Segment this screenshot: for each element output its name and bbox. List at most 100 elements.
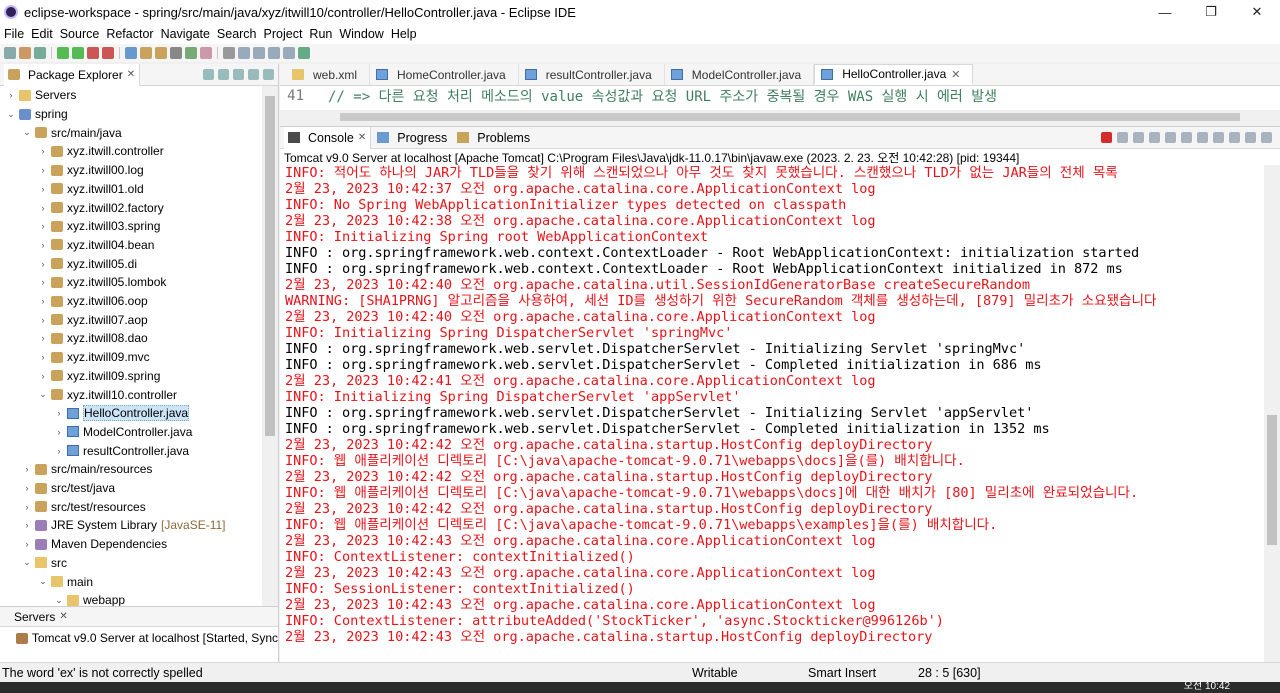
chevron-right-icon[interactable]: › xyxy=(22,464,32,474)
search-icon[interactable] xyxy=(125,47,137,59)
tree-item[interactable]: › xyz.itwill06.oop xyxy=(0,292,148,311)
tree-item[interactable]: › xyz.itwill03.spring xyxy=(0,217,161,236)
status-insert-mode[interactable]: Smart Insert xyxy=(808,666,876,680)
tree-item[interactable]: › xyz.itwill04.bean xyxy=(0,236,155,255)
editor-tab[interactable]: HelloController.java ✕ xyxy=(814,64,974,85)
forward-icon[interactable] xyxy=(238,47,250,59)
tree-item[interactable]: › xyz.itwill01.old xyxy=(0,180,144,199)
chevron-right-icon[interactable]: › xyxy=(38,184,48,194)
chevron-right-icon[interactable]: › xyxy=(38,203,48,213)
editor-tab[interactable]: resultController.java xyxy=(519,64,665,85)
chevron-right-icon[interactable]: › xyxy=(54,446,64,456)
chevron-right-icon[interactable]: › xyxy=(38,240,48,250)
console-scrollbar[interactable] xyxy=(1264,165,1280,663)
console-output[interactable]: INFO: 적어도 하나의 JAR가 TLD들을 찾기 위해 스캔되었으나 아무… xyxy=(280,165,1280,647)
menu-run[interactable]: Run xyxy=(307,27,337,41)
tree-item[interactable]: › xyz.itwill08.dao xyxy=(0,329,148,348)
tree-item[interactable]: › src/test/java xyxy=(0,479,116,498)
close-icon[interactable]: ✕ xyxy=(358,132,366,143)
code-line[interactable]: 41 // => 다른 요청 처리 메소드의 value 속성값과 요청 URL… xyxy=(280,86,1280,106)
chevron-right-icon[interactable]: › xyxy=(38,259,48,269)
chevron-right-icon[interactable]: › xyxy=(38,333,48,343)
tree-item[interactable]: › xyz.itwill09.spring xyxy=(0,367,161,386)
annotation-icon[interactable] xyxy=(170,47,182,59)
tree-item[interactable]: ⌄ spring xyxy=(0,105,67,124)
open-perspective-icon[interactable] xyxy=(298,47,310,59)
close-window-button[interactable]: ✕ xyxy=(1234,0,1280,24)
toggle-mark-icon[interactable] xyxy=(283,47,295,59)
pin-console-icon[interactable] xyxy=(1197,132,1208,143)
chevron-right-icon[interactable]: › xyxy=(54,408,64,418)
menu-edit[interactable]: Edit xyxy=(29,27,58,41)
tree-item[interactable]: › HelloController.java xyxy=(0,404,190,423)
maximize-view-icon[interactable] xyxy=(263,69,274,80)
tree-item[interactable]: › ModelController.java xyxy=(0,423,193,442)
code-comment[interactable]: // => 다른 요청 처리 메소드의 value 속성값과 요청 URL 주소… xyxy=(310,86,997,106)
chevron-right-icon[interactable]: › xyxy=(38,165,48,175)
tree-item[interactable]: ⌄ src xyxy=(0,554,67,573)
chevron-down-icon[interactable]: ⌄ xyxy=(38,576,48,587)
close-icon[interactable]: ✕ xyxy=(59,611,67,622)
open-console-icon[interactable] xyxy=(1229,132,1240,143)
last-edit-icon[interactable] xyxy=(253,47,265,59)
open-type-icon[interactable] xyxy=(140,47,152,59)
menu-help[interactable]: Help xyxy=(389,27,422,41)
tree-item[interactable]: › xyz.itwill09.mvc xyxy=(0,348,150,367)
minimize-button[interactable]: — xyxy=(1142,0,1188,24)
print-icon[interactable] xyxy=(34,47,46,59)
terminate-icon[interactable] xyxy=(1101,132,1112,143)
menu-navigate[interactable]: Navigate xyxy=(159,27,215,41)
chevron-right-icon[interactable]: › xyxy=(38,221,48,231)
tree-item[interactable]: › xyz.itwill.controller xyxy=(0,142,164,161)
new-icon[interactable] xyxy=(4,47,16,59)
debug-icon[interactable] xyxy=(57,47,69,59)
chevron-right-icon[interactable]: › xyxy=(22,502,32,512)
menu-window[interactable]: Window xyxy=(337,27,388,41)
tree-item[interactable]: ⌄ xyz.itwill10.controller xyxy=(0,385,177,404)
chevron-right-icon[interactable]: › xyxy=(38,146,48,156)
scroll-lock-icon[interactable] xyxy=(1149,132,1160,143)
tree-item[interactable]: › resultController.java xyxy=(0,441,190,460)
display-console-icon[interactable] xyxy=(1213,132,1224,143)
tree-item[interactable]: ⌄ src/main/java xyxy=(0,123,121,142)
back-icon[interactable] xyxy=(223,47,235,59)
view-menu-icon[interactable] xyxy=(233,69,244,80)
chevron-right-icon[interactable]: › xyxy=(38,277,48,287)
word-wrap-icon[interactable] xyxy=(1165,132,1176,143)
show-on-output-icon[interactable] xyxy=(1181,132,1192,143)
stop-icon[interactable] xyxy=(87,47,99,59)
tree-item[interactable]: › JRE System Library [JavaSE-11] xyxy=(0,516,226,535)
chevron-right-icon[interactable]: › xyxy=(22,520,32,530)
tree-item[interactable]: › src/main/resources xyxy=(0,460,153,479)
close-icon[interactable]: ✕ xyxy=(127,69,135,80)
terminate-icon[interactable] xyxy=(102,47,114,59)
editor-hscrollbar[interactable] xyxy=(280,110,1280,124)
tree-item[interactable]: › xyz.itwill05.lombok xyxy=(0,273,167,292)
chevron-right-icon[interactable]: › xyxy=(22,483,32,493)
run-icon[interactable] xyxy=(72,47,84,59)
close-tab-icon[interactable]: ✕ xyxy=(951,68,960,81)
menu-project[interactable]: Project xyxy=(262,27,308,41)
open-task-icon[interactable] xyxy=(155,47,167,59)
save-icon[interactable] xyxy=(19,47,31,59)
menu-source[interactable]: Source xyxy=(58,27,105,41)
tree-item[interactable]: › src/test/resources xyxy=(0,497,146,516)
chevron-right-icon[interactable]: › xyxy=(38,352,48,362)
tab-progress[interactable]: Progress xyxy=(373,127,451,149)
tree-item[interactable]: › Servers xyxy=(0,86,77,105)
remove-launch-icon[interactable] xyxy=(1117,132,1128,143)
chevron-right-icon[interactable]: › xyxy=(38,371,48,381)
tab-package-explorer[interactable]: Package Explorer ✕ xyxy=(4,63,141,86)
server-row[interactable]: Tomcat v9.0 Server at localhost [Started… xyxy=(0,627,278,649)
tree-item[interactable]: › Maven Dependencies xyxy=(0,535,168,554)
tree-item[interactable]: › xyz.itwill00.log xyxy=(0,161,144,180)
tree-item[interactable]: › xyz.itwill07.aop xyxy=(0,310,148,329)
tab-console[interactable]: Console ✕ xyxy=(284,126,372,149)
maximize-view-icon[interactable] xyxy=(1261,132,1272,143)
editor-tab[interactable]: ModelController.java xyxy=(665,64,815,85)
minimize-view-icon[interactable] xyxy=(1245,132,1256,143)
tab-problems[interactable]: Problems xyxy=(453,127,534,149)
tab-servers[interactable]: Servers xyxy=(14,610,55,624)
chevron-down-icon[interactable]: ⌄ xyxy=(6,109,16,120)
prev-annotation-icon[interactable] xyxy=(200,47,212,59)
